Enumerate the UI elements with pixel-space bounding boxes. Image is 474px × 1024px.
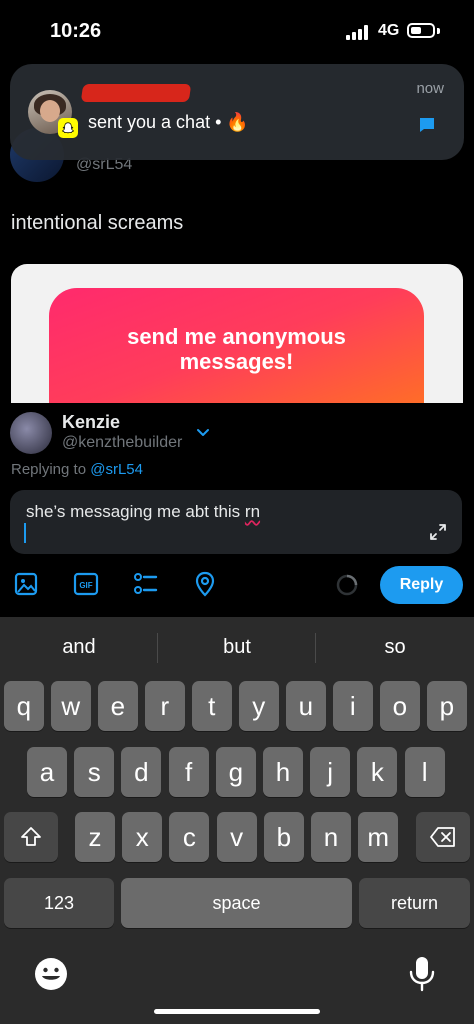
signal-icon <box>346 24 370 40</box>
shift-icon <box>21 827 41 846</box>
battery-icon <box>407 23 435 38</box>
replying-prefix: Replying to <box>11 461 87 478</box>
tweet-media-card[interactable]: send me anonymous messages! <box>11 264 463 404</box>
replying-to: Replying to @srL54 <box>11 461 143 478</box>
key-n[interactable]: n <box>311 812 351 862</box>
tweet-text: intentional screams <box>11 212 184 234</box>
image-icon[interactable] <box>12 570 40 598</box>
expand-icon[interactable] <box>428 522 448 542</box>
notification-body: sent you a chat • 🔥 <box>88 112 249 132</box>
user-handle: @kenzthebuilder <box>62 434 183 451</box>
key-j[interactable]: j <box>310 747 351 797</box>
location-icon[interactable] <box>191 570 219 598</box>
notification-time: now <box>416 80 444 97</box>
key-a[interactable]: a <box>27 747 67 797</box>
key-e[interactable]: e <box>98 681 138 731</box>
reply-text-field[interactable]: she’s messaging me abt this rn <box>10 490 462 554</box>
svg-text:GIF: GIF <box>79 581 92 590</box>
network-type: 4G <box>378 22 400 39</box>
key-g[interactable]: g <box>215 747 256 797</box>
chevron-down-icon[interactable] <box>194 424 212 442</box>
emoji-icon[interactable] <box>33 956 69 992</box>
reply-button[interactable]: Reply <box>380 566 463 604</box>
suggestion-but[interactable]: but <box>158 625 316 669</box>
battery-tip <box>437 28 440 34</box>
chat-icon <box>420 118 434 132</box>
key-w[interactable]: w <box>51 681 91 731</box>
space-key[interactable]: space <box>121 878 352 928</box>
microphone-icon[interactable] <box>408 955 436 993</box>
key-y[interactable]: y <box>239 681 279 731</box>
snapchat-icon <box>58 118 78 138</box>
key-i[interactable]: i <box>333 681 373 731</box>
key-s[interactable]: s <box>74 747 115 797</box>
key-b[interactable]: b <box>263 812 304 862</box>
key-q[interactable]: q <box>4 681 44 731</box>
key-f[interactable]: f <box>168 747 209 797</box>
user-display-name: Kenzie <box>62 412 121 432</box>
key-r[interactable]: r <box>145 681 185 731</box>
gif-icon[interactable]: GIF <box>72 570 100 598</box>
suggestion-so[interactable]: so <box>316 625 474 669</box>
key-m[interactable]: m <box>358 812 399 862</box>
user-avatar[interactable] <box>10 412 52 454</box>
key-h[interactable]: h <box>263 747 303 797</box>
ngl-card-graphic: send me anonymous messages! <box>49 288 424 404</box>
key-u[interactable]: u <box>286 681 326 731</box>
text-caret <box>24 523 26 543</box>
draft-text: she’s messaging me abt this rn <box>26 502 260 522</box>
character-count-ring-icon <box>336 574 358 596</box>
key-k[interactable]: k <box>357 747 398 797</box>
shift-key[interactable] <box>4 812 58 862</box>
key-l[interactable]: l <box>404 747 445 797</box>
draft-text-main: she’s messaging me abt this <box>26 502 245 521</box>
return-key[interactable]: return <box>359 878 470 928</box>
suggestion-and[interactable]: and <box>0 625 158 669</box>
delete-key[interactable] <box>416 812 470 862</box>
key-v[interactable]: v <box>216 812 257 862</box>
redacted-sender-name <box>80 84 192 102</box>
key-x[interactable]: x <box>122 812 163 862</box>
key-t[interactable]: t <box>192 681 232 731</box>
status-time: 10:26 <box>50 20 102 42</box>
home-indicator[interactable] <box>154 1009 320 1014</box>
card-text-line2: messages! <box>179 349 294 374</box>
key-o[interactable]: o <box>380 681 420 731</box>
numbers-key[interactable]: 123 <box>4 878 114 928</box>
poll-icon[interactable] <box>132 570 160 598</box>
key-z[interactable]: z <box>75 812 115 862</box>
snapchat-notification[interactable]: sent you a chat • 🔥 now <box>10 64 464 160</box>
card-text: send me anonymous messages! <box>49 324 424 374</box>
key-d[interactable]: d <box>121 747 162 797</box>
key-p[interactable]: p <box>427 681 467 731</box>
delete-icon <box>430 827 455 847</box>
spellcheck-flagged-word[interactable]: rn <box>245 502 260 521</box>
replying-to-handle-link[interactable]: @srL54 <box>90 461 143 478</box>
card-text-line1: send me anonymous <box>127 324 346 349</box>
key-c[interactable]: c <box>169 812 210 862</box>
